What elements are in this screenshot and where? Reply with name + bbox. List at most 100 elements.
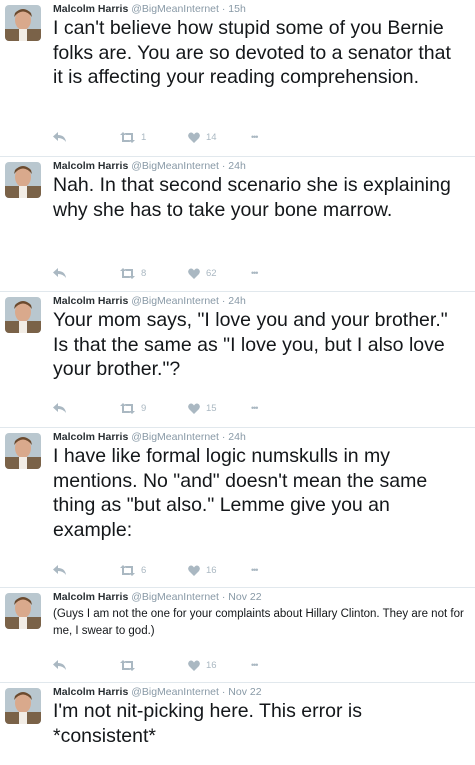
retweet-button[interactable]: 9 <box>120 403 146 414</box>
reply-icon <box>53 660 66 670</box>
like-count: 15 <box>206 403 217 414</box>
more-icon: ••• <box>251 660 259 670</box>
tweet-header: Malcolm Harris @BigMeanInternet · 24h <box>53 159 246 173</box>
more-button[interactable]: ••• <box>251 268 259 278</box>
reply-icon <box>53 132 66 142</box>
avatar[interactable] <box>5 688 41 724</box>
separator: · <box>221 295 226 307</box>
like-icon <box>188 660 200 671</box>
like-icon <box>188 268 200 279</box>
more-button[interactable]: ••• <box>251 565 259 575</box>
avatar-image <box>5 433 41 469</box>
author-handle[interactable]: @BigMeanInternet <box>131 591 219 603</box>
author-handle[interactable]: @BigMeanInternet <box>131 686 219 698</box>
timestamp[interactable]: 24h <box>228 295 246 307</box>
reply-button[interactable] <box>53 660 66 670</box>
retweet-button[interactable] <box>120 660 141 671</box>
like-count: 62 <box>206 268 217 279</box>
tweet-text: I'm not nit-picking here. This error is … <box>53 700 362 747</box>
reply-button[interactable] <box>53 132 66 142</box>
like-icon <box>188 565 200 576</box>
author-handle[interactable]: @BigMeanInternet <box>131 295 219 307</box>
like-button[interactable]: 16 <box>188 565 217 576</box>
reply-icon <box>53 403 66 413</box>
author-name[interactable]: Malcolm Harris <box>53 295 128 307</box>
author-name[interactable]: Malcolm Harris <box>53 591 128 603</box>
avatar-image <box>5 593 41 629</box>
avatar-image <box>5 5 41 41</box>
separator: · <box>221 3 226 15</box>
more-icon: ••• <box>251 403 259 413</box>
like-count: 16 <box>206 565 217 576</box>
avatar[interactable] <box>5 5 41 41</box>
tweet[interactable]: Malcolm Harris @BigMeanInternet · 24h I … <box>0 428 475 588</box>
retweet-count: 1 <box>141 132 147 143</box>
tweet-header: Malcolm Harris @BigMeanInternet · 15h <box>53 2 246 16</box>
retweet-count: 6 <box>141 565 147 576</box>
like-icon <box>188 403 200 414</box>
tweet-text: I have like formal logic numskulls in my… <box>53 445 428 541</box>
avatar-image <box>5 688 41 724</box>
retweet-count: 9 <box>141 403 147 414</box>
reply-button[interactable] <box>53 403 66 413</box>
more-button[interactable]: ••• <box>251 660 259 670</box>
tweet[interactable]: Malcolm Harris @BigMeanInternet · 15h I … <box>0 0 475 157</box>
timestamp[interactable]: 15h <box>228 3 246 15</box>
like-icon <box>188 132 200 143</box>
avatar[interactable] <box>5 593 41 629</box>
retweet-button[interactable]: 8 <box>120 268 146 279</box>
reply-button[interactable] <box>53 565 66 575</box>
more-button[interactable]: ••• <box>251 403 259 413</box>
like-count: 16 <box>206 660 217 671</box>
author-name[interactable]: Malcolm Harris <box>53 431 128 443</box>
retweet-icon <box>120 268 135 279</box>
retweet-icon <box>120 565 135 576</box>
tweet-header: Malcolm Harris @BigMeanInternet · Nov 22 <box>53 590 262 604</box>
retweet-icon <box>120 403 135 414</box>
tweet-text: Nah. In that second scenario she is expl… <box>53 174 451 221</box>
like-button[interactable]: 14 <box>188 132 217 143</box>
tweet-feed: Malcolm Harris @BigMeanInternet · 15h I … <box>0 0 475 765</box>
tweet-text: I can't believe how stupid some of you B… <box>53 17 451 88</box>
timestamp[interactable]: 24h <box>228 160 246 172</box>
tweet[interactable]: Malcolm Harris @BigMeanInternet · 24h Na… <box>0 157 475 292</box>
like-button[interactable]: 15 <box>188 403 217 414</box>
author-name[interactable]: Malcolm Harris <box>53 686 128 698</box>
like-button[interactable]: 62 <box>188 268 217 279</box>
author-handle[interactable]: @BigMeanInternet <box>131 160 219 172</box>
timestamp[interactable]: Nov 22 <box>228 686 261 698</box>
avatar-image <box>5 297 41 333</box>
tweet[interactable]: Malcolm Harris @BigMeanInternet · Nov 22… <box>0 683 475 765</box>
like-count: 14 <box>206 132 217 143</box>
timestamp[interactable]: 24h <box>228 431 246 443</box>
author-name[interactable]: Malcolm Harris <box>53 160 128 172</box>
retweet-button[interactable]: 6 <box>120 565 146 576</box>
avatar[interactable] <box>5 297 41 333</box>
separator: · <box>221 686 226 698</box>
tweet-header: Malcolm Harris @BigMeanInternet · 24h <box>53 430 246 444</box>
retweet-button[interactable]: 1 <box>120 132 146 143</box>
tweet[interactable]: Malcolm Harris @BigMeanInternet · 24h Yo… <box>0 292 475 428</box>
reply-button[interactable] <box>53 268 66 278</box>
separator: · <box>221 431 226 443</box>
timestamp[interactable]: Nov 22 <box>228 591 261 603</box>
avatar[interactable] <box>5 162 41 198</box>
tweet[interactable]: Malcolm Harris @BigMeanInternet · Nov 22… <box>0 588 475 683</box>
more-button[interactable]: ••• <box>251 132 259 142</box>
retweet-count: 8 <box>141 268 147 279</box>
avatar-image <box>5 162 41 198</box>
avatar[interactable] <box>5 433 41 469</box>
author-handle[interactable]: @BigMeanInternet <box>131 3 219 15</box>
reply-icon <box>53 268 66 278</box>
more-icon: ••• <box>251 268 259 278</box>
tweet-text: Your mom says, "I love you and your brot… <box>53 309 448 380</box>
separator: · <box>221 160 226 172</box>
author-name[interactable]: Malcolm Harris <box>53 3 128 15</box>
tweet-header: Malcolm Harris @BigMeanInternet · 24h <box>53 294 246 308</box>
more-icon: ••• <box>251 565 259 575</box>
more-icon: ••• <box>251 132 259 142</box>
retweet-icon <box>120 660 135 671</box>
like-button[interactable]: 16 <box>188 660 217 671</box>
tweet-text: (Guys I am not the one for your complain… <box>53 608 464 637</box>
author-handle[interactable]: @BigMeanInternet <box>131 431 219 443</box>
